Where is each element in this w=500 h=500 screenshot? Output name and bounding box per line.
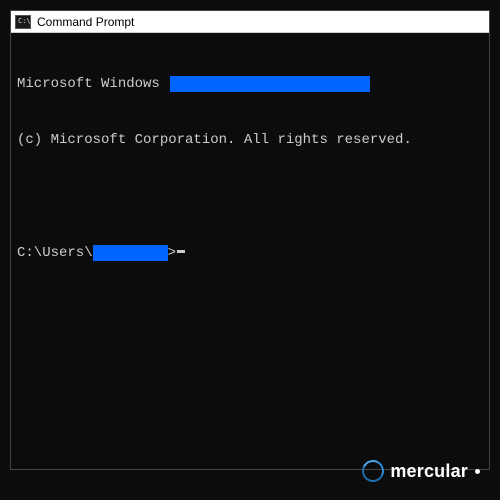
redacted-username <box>93 245 168 261</box>
redacted-version <box>170 76 370 92</box>
os-name-text: Microsoft Windows <box>17 75 168 94</box>
watermark-dot-icon <box>475 469 480 474</box>
command-prompt-window: C:\ Command Prompt Microsoft Windows (c)… <box>10 10 490 470</box>
titlebar[interactable]: C:\ Command Prompt <box>11 11 489 33</box>
terminal-prompt-line: C:\Users\ > <box>17 244 483 263</box>
terminal-line-version: Microsoft Windows <box>17 75 483 94</box>
prompt-path-prefix: C:\Users\ <box>17 244 93 263</box>
prompt-suffix: > <box>168 244 176 263</box>
command-prompt-icon: C:\ <box>15 15 31 29</box>
mercular-logo-icon <box>359 457 387 485</box>
copyright-text: (c) Microsoft Corporation. All rights re… <box>17 131 412 150</box>
terminal-area[interactable]: Microsoft Windows (c) Microsoft Corporat… <box>11 33 489 469</box>
cursor-icon <box>177 250 185 253</box>
window-title: Command Prompt <box>37 15 134 29</box>
terminal-line-copyright: (c) Microsoft Corporation. All rights re… <box>17 131 483 150</box>
watermark: mercular <box>362 460 480 482</box>
watermark-text: mercular <box>390 461 468 482</box>
